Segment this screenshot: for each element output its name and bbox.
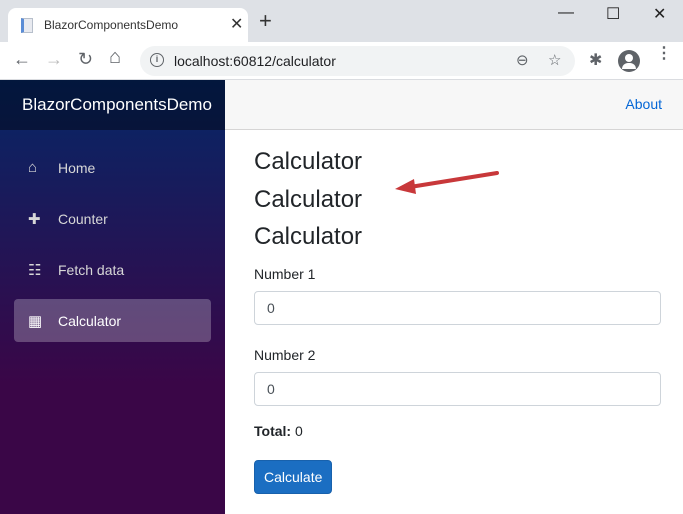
sidebar-item-label: Home — [58, 159, 96, 176]
reload-button[interactable]: ↻ — [78, 49, 93, 70]
browser-toolbar: ← → ↻ ⌂ i localhost:60812/calculator ⊖ ☆… — [0, 42, 683, 80]
bookmark-star-icon[interactable]: ☆ — [548, 51, 561, 69]
back-button[interactable]: ← — [13, 49, 31, 70]
extensions-icon[interactable]: ✱ — [589, 50, 602, 70]
brand-link[interactable]: BlazorComponentsDemo — [22, 95, 212, 115]
browser-titlebar: BlazorComponentsDemo ✕ + — ☐ ✕ — [0, 0, 683, 42]
forward-button[interactable]: → — [45, 49, 63, 70]
browser-menu-icon[interactable]: ⋮ — [656, 46, 672, 62]
number2-label: Number 2 — [254, 346, 316, 363]
sidebar-item-label: Fetch data — [58, 261, 125, 278]
tab-close-icon[interactable]: ✕ — [230, 14, 243, 34]
sidebar: BlazorComponentsDemo ⌂ Home ✚ Counter ☷ … — [0, 80, 225, 514]
nav-menu: ⌂ Home ✚ Counter ☷ Fetch data ▦ Calculat… — [0, 130, 225, 342]
url-text[interactable]: localhost:60812/calculator — [174, 53, 336, 69]
sidebar-item-label: Calculator — [58, 312, 122, 329]
page-favicon-icon — [21, 18, 33, 33]
browser-tab[interactable]: BlazorComponentsDemo ✕ — [8, 8, 248, 42]
total-value: 0 — [294, 422, 303, 439]
zoom-icon[interactable]: ⊖ — [516, 51, 529, 69]
address-bar[interactable]: i localhost:60812/calculator ⊖ ☆ — [140, 46, 575, 76]
page-heading: Calculator — [254, 223, 363, 250]
site-info-icon[interactable]: i — [150, 53, 164, 67]
home-button[interactable]: ⌂ — [109, 46, 121, 69]
top-row: About — [225, 80, 683, 130]
plus-icon: ✚ — [28, 210, 41, 228]
home-icon: ⌂ — [28, 159, 38, 176]
minimize-button[interactable]: — — [558, 4, 574, 22]
annotation-arrow-icon — [395, 171, 499, 194]
brand-bar: BlazorComponentsDemo — [0, 80, 225, 130]
number2-input[interactable]: 0 — [254, 371, 661, 406]
number1-label: Number 1 — [254, 265, 316, 282]
profile-avatar-icon[interactable] — [618, 50, 640, 72]
maximize-button[interactable]: ☐ — [606, 4, 620, 24]
new-tab-button[interactable]: + — [259, 10, 272, 32]
total-label: Total: — [254, 422, 292, 439]
sidebar-item-home[interactable]: ⌂ Home — [14, 146, 211, 189]
tab-title: BlazorComponentsDemo — [44, 18, 179, 32]
about-link[interactable]: About — [625, 96, 662, 112]
list-icon: ☷ — [28, 261, 42, 279]
sidebar-item-calculator[interactable]: ▦ Calculator — [14, 299, 211, 342]
sidebar-item-counter[interactable]: ✚ Counter — [14, 197, 211, 240]
number1-input[interactable]: 0 — [254, 290, 661, 325]
calculate-button[interactable]: Calculate — [254, 459, 333, 494]
total-readout: Total: 0 — [254, 423, 661, 439]
sidebar-item-label: Counter — [58, 210, 108, 227]
calculator-icon: ▦ — [28, 312, 43, 330]
window-close-button[interactable]: ✕ — [653, 4, 666, 24]
sidebar-item-fetch-data[interactable]: ☷ Fetch data — [14, 248, 211, 291]
